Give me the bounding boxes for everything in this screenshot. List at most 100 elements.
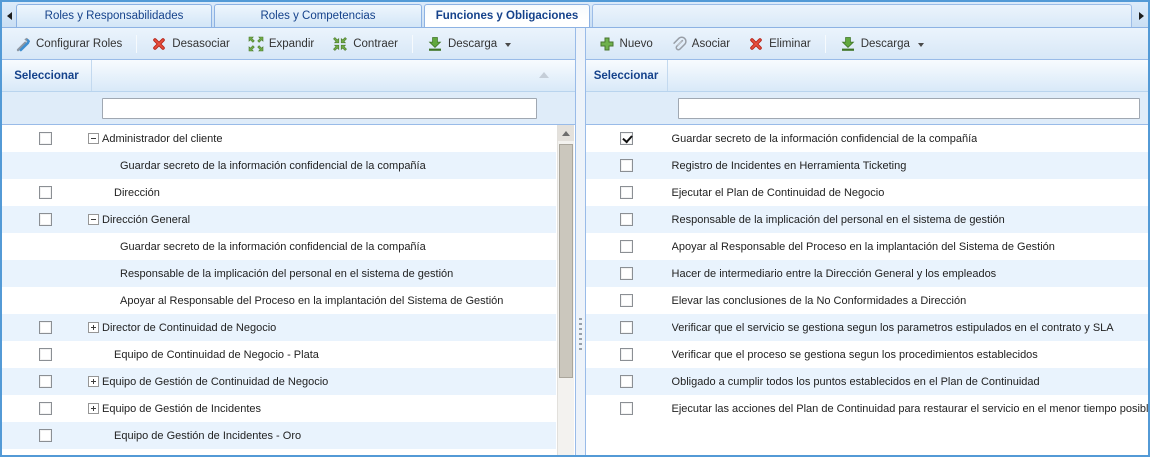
row-content-cell: Equipo de Gestión de Incidentes - Oro	[88, 430, 556, 442]
checkbox-unchecked[interactable]	[39, 348, 52, 361]
row-content-cell: Dirección General	[88, 214, 556, 226]
toolbar-button-label: Descarga	[448, 38, 497, 50]
caret-down-icon	[505, 43, 511, 47]
row-content-cell: Responsable de la implicación del person…	[88, 268, 556, 280]
checkbox-unchecked[interactable]	[620, 294, 633, 307]
table-row[interactable]: Ejecutar el Plan de Continuidad de Negoc…	[586, 179, 1148, 206]
table-row[interactable]: Equipo de Gestión de Incidentes	[2, 395, 556, 422]
table-row[interactable]: Obligado a cumplir todos los puntos esta…	[586, 368, 1148, 395]
tab-scroll-left-button[interactable]	[2, 4, 16, 27]
toolbar-button-label: Contraer	[353, 38, 398, 50]
splitter-grip-icon	[579, 318, 582, 352]
table-row[interactable]: Responsable de la implicación del person…	[2, 260, 556, 287]
table-row[interactable]: Verificar que el proceso se gestiona seg…	[586, 341, 1148, 368]
tree-expand-icon[interactable]	[88, 403, 99, 414]
checkbox-unchecked[interactable]	[620, 159, 633, 172]
table-row[interactable]: Verificar que el servicio se gestiona se…	[586, 314, 1148, 341]
tree-collapse-icon[interactable]	[88, 214, 99, 225]
toolbar-button-label: Expandir	[269, 38, 314, 50]
checkbox-unchecked[interactable]	[39, 402, 52, 415]
row-label: Apoyar al Responsable del Proceso en la …	[120, 295, 503, 307]
table-row[interactable]: Apoyar al Responsable del Proceso en la …	[2, 287, 556, 314]
row-select-cell	[2, 348, 88, 361]
table-row[interactable]: Dirección	[2, 179, 556, 206]
tab-roles-y-competencias[interactable]: Roles y Competencias	[214, 4, 422, 27]
toolbar-button-asociar[interactable]: Asociar	[662, 32, 739, 56]
toolbar-button-configurar-roles[interactable]: Configurar Roles	[6, 32, 131, 56]
left-vertical-scrollbar[interactable]	[557, 125, 574, 455]
table-row[interactable]: Dirección General	[2, 206, 556, 233]
row-label: Registro de Incidentes en Herramienta Ti…	[672, 160, 907, 172]
checkbox-unchecked[interactable]	[39, 186, 52, 199]
checkbox-checked[interactable]	[620, 132, 633, 145]
scrollbar-thumb[interactable]	[559, 144, 573, 378]
checkbox-unchecked[interactable]	[620, 186, 633, 199]
toolbar-button-descarga[interactable]: Descarga	[831, 32, 933, 56]
toolbar-button-desasociar[interactable]: Desasociar	[142, 32, 239, 56]
toolbar-button-contraer[interactable]: Contraer	[323, 32, 407, 56]
checkbox-unchecked[interactable]	[39, 132, 52, 145]
checkbox-unchecked[interactable]	[620, 240, 633, 253]
row-select-cell	[586, 159, 668, 172]
scroll-up-button[interactable]	[558, 125, 574, 141]
tab-roles-y-responsabilidades[interactable]: Roles y Responsabilidades	[16, 4, 212, 27]
checkbox-unchecked[interactable]	[620, 348, 633, 361]
row-content-cell: Ejecutar el Plan de Continuidad de Negoc…	[668, 187, 1148, 199]
left-column-header-seleccionar[interactable]: Seleccionar	[2, 60, 92, 91]
tree-expand-icon[interactable]	[88, 376, 99, 387]
row-label: Hacer de intermediario entre la Direcció…	[672, 268, 997, 280]
table-row[interactable]: Hacer de intermediario entre la Direcció…	[586, 260, 1148, 287]
checkbox-unchecked[interactable]	[620, 267, 633, 280]
left-toolbar: Configurar Roles Desasociar Expandir Contra…	[2, 28, 575, 60]
table-row[interactable]: Registro de Incidentes en Herramienta Ti…	[586, 152, 1148, 179]
checkbox-unchecked[interactable]	[39, 429, 52, 442]
table-row[interactable]: Apoyar al Responsable del Proceso en la …	[586, 233, 1148, 260]
sort-ascending-icon	[539, 72, 549, 78]
row-content-cell: Responsable de la implicación del person…	[668, 214, 1148, 226]
row-content-cell: Apoyar al Responsable del Proceso en la …	[668, 241, 1148, 253]
left-grid-body: Administrador del clienteGuardar secreto…	[2, 125, 575, 455]
row-label: Director de Continuidad de Negocio	[102, 322, 276, 334]
tab-funciones-y-obligaciones[interactable]: Funciones y Obligaciones	[424, 4, 590, 27]
right-column-header-seleccionar[interactable]: Seleccionar	[586, 60, 668, 91]
table-row[interactable]: Equipo de Continuidad de Negocio - Plata	[2, 341, 556, 368]
checkbox-unchecked[interactable]	[620, 375, 633, 388]
row-content-cell: Obligado a cumplir todos los puntos esta…	[668, 376, 1148, 388]
table-row[interactable]: Elevar las conclusiones de la No Conform…	[586, 287, 1148, 314]
table-row[interactable]: Guardar secreto de la información confid…	[2, 152, 556, 179]
checkbox-unchecked[interactable]	[39, 321, 52, 334]
panel-splitter[interactable]	[576, 28, 585, 455]
tree-collapse-icon[interactable]	[88, 133, 99, 144]
scroll-up-icon	[562, 131, 570, 136]
split-container: Configurar Roles Desasociar Expandir Contra…	[2, 28, 1148, 455]
right-toolbar: NuevoAsociarEliminar Descarga	[586, 28, 1148, 60]
checkbox-unchecked[interactable]	[620, 213, 633, 226]
row-content-cell: Equipo de Gestión de Continuidad de Nego…	[88, 376, 556, 388]
table-row[interactable]: Equipo de Gestión de Continuidad de Nego…	[2, 368, 556, 395]
toolbar-button-eliminar[interactable]: Eliminar	[739, 32, 820, 56]
table-row[interactable]: Administrador del cliente	[2, 125, 556, 152]
toolbar-button-expandir[interactable]: Expandir	[239, 32, 323, 56]
checkbox-unchecked[interactable]	[39, 375, 52, 388]
row-label: Elevar las conclusiones de la No Conform…	[672, 295, 967, 307]
table-row[interactable]: Guardar secreto de la información confid…	[586, 125, 1148, 152]
row-select-cell	[2, 132, 88, 145]
row-label: Ejecutar las acciones del Plan de Contin…	[672, 403, 1148, 415]
toolbar-button-descarga[interactable]: Descarga	[418, 32, 520, 56]
checkbox-unchecked[interactable]	[620, 321, 633, 334]
toolbar-button-nuevo[interactable]: Nuevo	[590, 32, 662, 56]
tab-scroll-right-button[interactable]	[1134, 4, 1148, 27]
table-row[interactable]: Responsable de la implicación del person…	[586, 206, 1148, 233]
table-row[interactable]: Ejecutar las acciones del Plan de Contin…	[586, 395, 1148, 422]
tab-scroll-right-icon	[1139, 12, 1144, 20]
toolbar-separator	[825, 35, 826, 53]
tree-expand-icon[interactable]	[88, 322, 99, 333]
row-select-cell	[586, 240, 668, 253]
row-content-cell: Registro de Incidentes en Herramienta Ti…	[668, 160, 1148, 172]
checkbox-unchecked[interactable]	[39, 213, 52, 226]
checkbox-unchecked[interactable]	[620, 402, 633, 415]
row-label: Equipo de Gestión de Incidentes - Oro	[114, 430, 301, 442]
table-row[interactable]: Guardar secreto de la información confid…	[2, 233, 556, 260]
table-row[interactable]: Equipo de Gestión de Incidentes - Oro	[2, 422, 556, 449]
table-row[interactable]: Director de Continuidad de Negocio	[2, 314, 556, 341]
